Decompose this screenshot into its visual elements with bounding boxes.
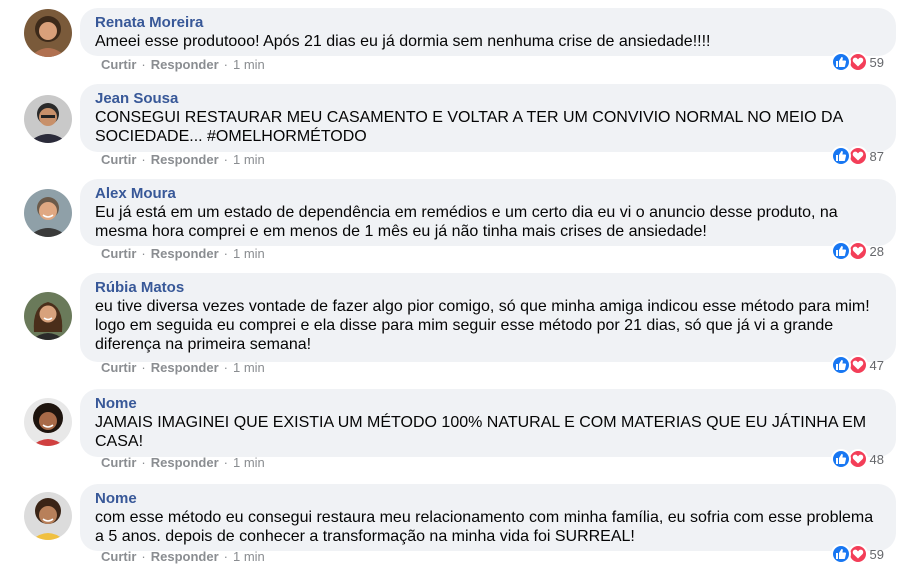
reply-link[interactable]: Responder bbox=[151, 549, 219, 564]
reaction-count: 47 bbox=[869, 357, 884, 373]
like-link[interactable]: Curtir bbox=[101, 246, 136, 261]
comment-time[interactable]: 1 min bbox=[233, 360, 265, 375]
reaction-count: 48 bbox=[869, 451, 884, 467]
comment-time[interactable]: 1 min bbox=[233, 455, 265, 470]
separator: · bbox=[223, 57, 228, 72]
reply-link[interactable]: Responder bbox=[151, 57, 219, 72]
comment-time[interactable]: 1 min bbox=[233, 57, 265, 72]
like-link[interactable]: Curtir bbox=[101, 152, 136, 167]
comment-author[interactable]: Nome bbox=[95, 490, 882, 508]
reaction-summary[interactable]: 59 bbox=[830, 543, 884, 565]
comment-time[interactable]: 1 min bbox=[233, 152, 265, 167]
heart-icon bbox=[847, 52, 868, 72]
avatar[interactable] bbox=[24, 189, 72, 237]
heart-icon bbox=[847, 146, 868, 166]
comment-time[interactable]: 1 min bbox=[233, 246, 265, 261]
comment-author[interactable]: Renata Moreira bbox=[95, 14, 882, 32]
separator: · bbox=[223, 549, 228, 564]
separator: · bbox=[141, 57, 146, 72]
reaction-summary[interactable]: 48 bbox=[830, 448, 884, 470]
comment-text: CONSEGUI RESTAURAR MEU CASAMENTO E VOLTA… bbox=[95, 109, 843, 145]
comment-text: Ameei esse produtooo! Após 21 dias eu já… bbox=[95, 33, 711, 50]
like-icon bbox=[830, 544, 851, 564]
comment-text: Eu já está em um estado de dependência e… bbox=[95, 204, 838, 240]
comment-actions: Curtir · Responder · 1 min bbox=[101, 549, 265, 564]
comment-text: com esse método eu consegui restaura meu… bbox=[95, 509, 874, 545]
comment-actions: Curtir · Responder · 1 min bbox=[101, 246, 265, 261]
comment-actions: Curtir · Responder · 1 min bbox=[101, 152, 265, 167]
comment-bubble: Alex Moura Eu já está em um estado de de… bbox=[80, 179, 896, 246]
reaction-count: 87 bbox=[869, 148, 884, 164]
comment-time[interactable]: 1 min bbox=[233, 549, 265, 564]
separator: · bbox=[141, 549, 146, 564]
reply-link[interactable]: Responder bbox=[151, 152, 219, 167]
separator: · bbox=[223, 455, 228, 470]
like-link[interactable]: Curtir bbox=[101, 57, 136, 72]
comment-bubble: Jean Sousa CONSEGUI RESTAURAR MEU CASAME… bbox=[80, 84, 896, 152]
separator: · bbox=[223, 152, 228, 167]
separator: · bbox=[223, 360, 228, 375]
comment-actions: Curtir · Responder · 1 min bbox=[101, 360, 265, 375]
comment-bubble: Nome JAMAIS IMAGINEI QUE EXISTIA UM MÉTO… bbox=[80, 389, 896, 457]
reaction-count: 28 bbox=[869, 243, 884, 259]
heart-icon bbox=[847, 355, 868, 375]
like-link[interactable]: Curtir bbox=[101, 360, 136, 375]
like-icon bbox=[830, 355, 851, 375]
separator: · bbox=[223, 246, 228, 261]
heart-icon bbox=[847, 241, 868, 261]
comment-bubble: Rúbia Matos eu tive diversa vezes vontad… bbox=[80, 273, 896, 362]
reaction-count: 59 bbox=[869, 54, 884, 70]
comment-actions: Curtir · Responder · 1 min bbox=[101, 455, 265, 470]
like-icon bbox=[830, 449, 851, 469]
separator: · bbox=[141, 246, 146, 261]
avatar[interactable] bbox=[24, 292, 72, 340]
comment-author[interactable]: Jean Sousa bbox=[95, 90, 882, 108]
avatar[interactable] bbox=[24, 95, 72, 143]
like-link[interactable]: Curtir bbox=[101, 455, 136, 470]
reaction-summary[interactable]: 28 bbox=[830, 240, 884, 262]
comment-author[interactable]: Rúbia Matos bbox=[95, 279, 882, 297]
reaction-summary[interactable]: 87 bbox=[830, 145, 884, 167]
comment-author[interactable]: Alex Moura bbox=[95, 185, 882, 203]
reaction-summary[interactable]: 59 bbox=[830, 51, 884, 73]
separator: · bbox=[141, 152, 146, 167]
separator: · bbox=[141, 360, 146, 375]
like-icon bbox=[830, 146, 851, 166]
reply-link[interactable]: Responder bbox=[151, 360, 219, 375]
reaction-count: 59 bbox=[869, 546, 884, 562]
comment-bubble: Renata Moreira Ameei esse produtooo! Apó… bbox=[80, 8, 896, 56]
like-icon bbox=[830, 241, 851, 261]
avatar[interactable] bbox=[24, 9, 72, 57]
comment-author[interactable]: Nome bbox=[95, 395, 882, 413]
reply-link[interactable]: Responder bbox=[151, 455, 219, 470]
comment-actions: Curtir · Responder · 1 min bbox=[101, 57, 265, 72]
avatar[interactable] bbox=[24, 398, 72, 446]
comment-text: JAMAIS IMAGINEI QUE EXISTIA UM MÉTODO 10… bbox=[95, 414, 867, 450]
comment-bubble: Nome com esse método eu consegui restaur… bbox=[80, 484, 896, 551]
like-icon bbox=[830, 52, 851, 72]
heart-icon bbox=[847, 544, 868, 564]
heart-icon bbox=[847, 449, 868, 469]
reaction-summary[interactable]: 47 bbox=[830, 354, 884, 376]
like-link[interactable]: Curtir bbox=[101, 549, 136, 564]
avatar[interactable] bbox=[24, 492, 72, 540]
comment-text: eu tive diversa vezes vontade de fazer a… bbox=[95, 298, 870, 353]
reply-link[interactable]: Responder bbox=[151, 246, 219, 261]
separator: · bbox=[141, 455, 146, 470]
